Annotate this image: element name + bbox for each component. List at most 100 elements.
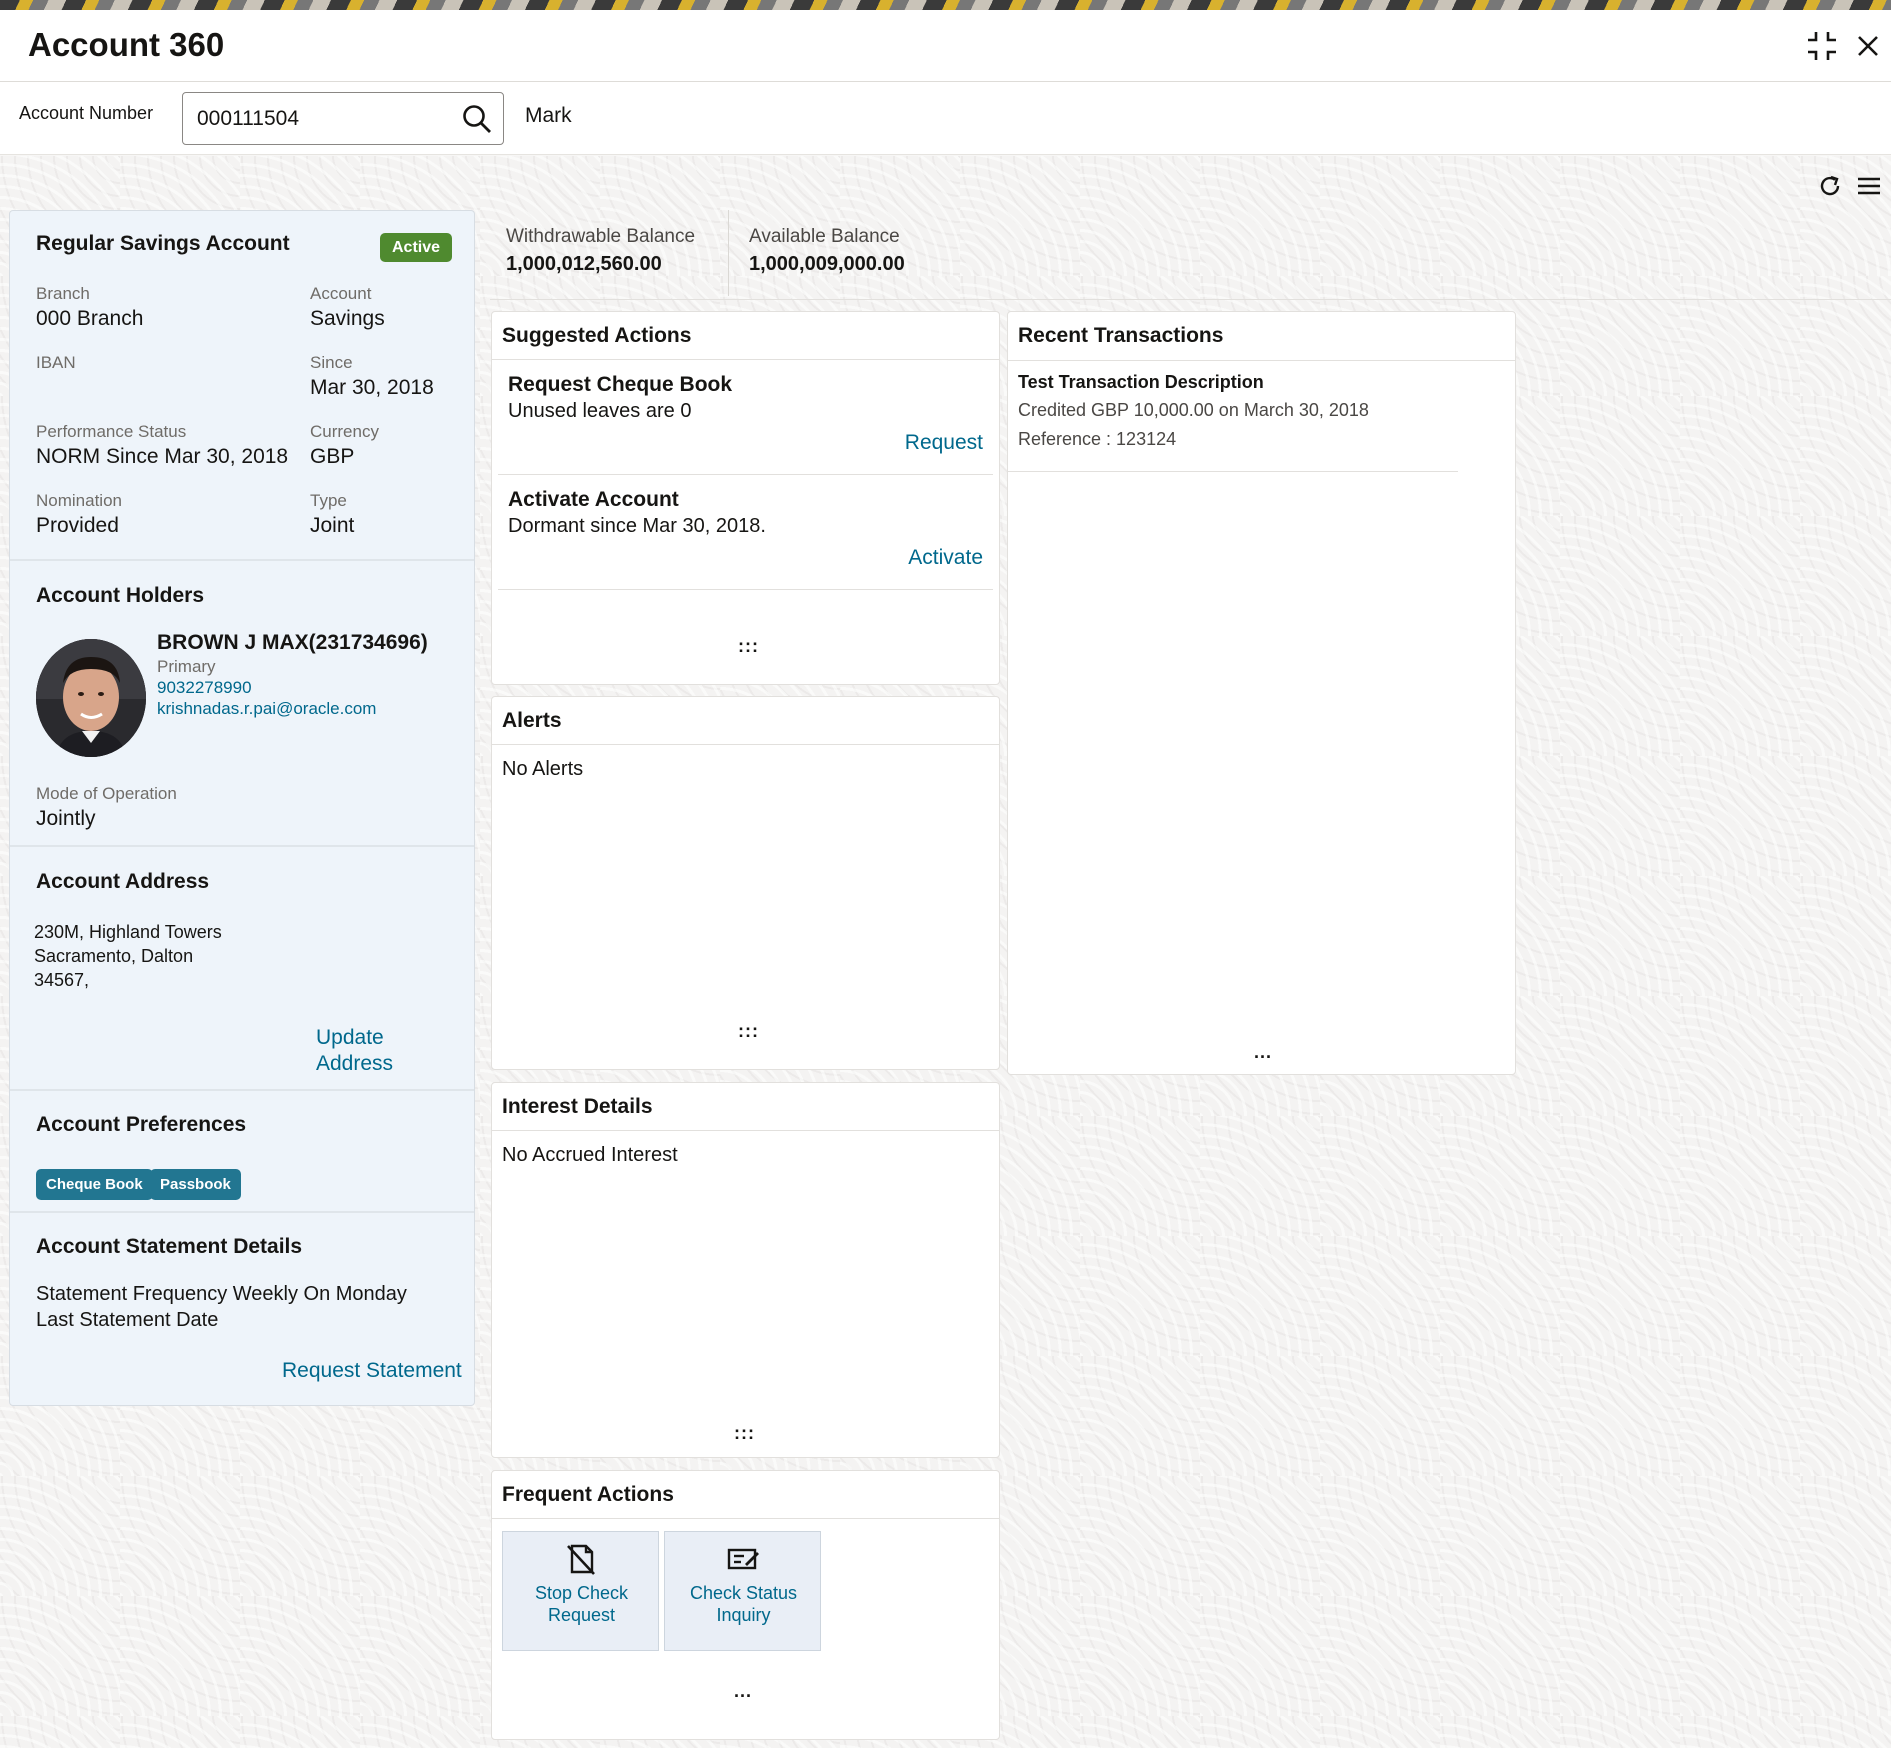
withdrawable-balance-label: Withdrawable Balance [506,226,696,247]
card-header: Alerts [492,697,999,745]
holder-email-link[interactable]: krishnadas.r.pai@oracle.com [157,699,376,719]
avatar [36,639,146,757]
more-options-handle[interactable]: ... [734,1681,752,1702]
interest-details-card: Interest Details No Accrued Interest ::: [491,1082,1000,1458]
account-address-section: Account Address 230M, Highland Towers Sa… [10,847,474,1091]
available-balance-label: Available Balance [749,226,900,247]
cheque-status-icon [726,1542,760,1576]
hamburger-menu-icon[interactable] [1855,172,1883,200]
stop-check-request-tile[interactable]: Stop Check Request [502,1531,659,1651]
card-header: Interest Details [492,1083,999,1131]
update-address-line2: Address [316,1052,394,1075]
close-icon[interactable] [1850,28,1886,64]
interest-empty-text: No Accrued Interest [502,1144,678,1166]
update-address-line1: Update [316,1026,384,1049]
suggested-action-desc: Dormant since Mar 30, 2018. [508,515,766,537]
stop-cheque-icon [564,1542,598,1576]
holder-name: BROWN J MAX(231734696) [157,631,428,654]
suggested-action-desc: Unused leaves are 0 [508,400,692,422]
holder-phone-link[interactable]: 9032278990 [157,678,252,698]
refresh-icon[interactable] [1816,172,1844,200]
account-type-value: Savings [310,307,385,330]
suggested-action-title: Activate Account [508,488,679,511]
tile-label-line: Check Status [689,1583,798,1603]
card-header: Suggested Actions [492,312,999,360]
nomination-label: Nomination [36,491,122,510]
check-status-inquiry-tile[interactable]: Check Status Inquiry [664,1531,821,1651]
last-statement-date: Last Statement Date [36,1309,219,1331]
collapse-icon[interactable] [1804,28,1840,64]
drag-handle[interactable]: ::: [738,636,759,657]
branch-value: 000 Branch [36,307,144,330]
address-line: 230M, Highland Towers [34,922,222,942]
account-number-input[interactable] [197,105,437,133]
account-summary-panel: Regular Savings Account Active Branch 00… [9,210,475,1406]
more-options-handle[interactable]: ... [1254,1042,1272,1063]
account-type-label: Account [310,284,372,303]
balance-divider [728,210,729,296]
preference-chip-cheque-book[interactable]: Cheque Book [36,1169,153,1200]
transaction-item: Test Transaction Description Credited GB… [1008,362,1458,472]
account-statement-title: Account Statement Details [36,1235,303,1258]
status-badge: Active [380,233,452,262]
withdrawable-balance-value: 1,000,012,560.00 [506,253,662,275]
card-header: Frequent Actions [492,1471,999,1519]
account-name: Regular Savings Account [36,232,290,255]
holding-type-label: Type [310,491,347,510]
transaction-description: Test Transaction Description [1018,372,1264,392]
account-overview-section: Regular Savings Account Active Branch 00… [10,211,474,561]
preference-chip-passbook[interactable]: Passbook [150,1169,241,1200]
title-bar: Account 360 [0,10,1891,82]
since-value: Mar 30, 2018 [310,376,434,399]
account-preferences-title: Account Preferences [36,1113,247,1136]
available-balance-value: 1,000,009,000.00 [749,253,905,275]
drag-handle[interactable]: ::: [734,1423,755,1444]
card-header: Recent Transactions [1008,312,1515,361]
request-cheque-book-link[interactable]: Request [905,431,983,455]
transaction-detail: Credited GBP 10,000.00 on March 30, 2018 [1018,400,1369,420]
suggested-action-item: Request Cheque Book Unused leaves are 0 … [498,361,993,475]
alerts-title: Alerts [502,709,562,732]
alerts-card: Alerts No Alerts ::: [491,696,1000,1070]
tile-label-line: Request [547,1605,616,1625]
account-number-field[interactable] [182,92,504,145]
update-address-link[interactable]: Update Address [316,1025,393,1077]
mode-of-operation-label: Mode of Operation [36,784,177,803]
recent-transactions-title: Recent Transactions [1018,324,1224,347]
branch-label: Branch [36,284,90,303]
account-address-title: Account Address [36,870,210,893]
suggested-actions-card: Suggested Actions Request Cheque Book Un… [491,311,1000,685]
activate-account-link[interactable]: Activate [908,546,983,570]
recent-transactions-card: Recent Transactions Test Transaction Des… [1007,311,1516,1075]
mode-of-operation-value: Jointly [36,807,96,830]
nomination-value: Provided [36,514,119,537]
frequent-actions-card: Frequent Actions Stop Check Request Chec… [491,1470,1000,1740]
performance-status-value: NORM Since Mar 30, 2018 [36,445,289,468]
search-icon[interactable] [461,103,493,135]
account-search-bar: Account Number Mark [0,82,1891,155]
performance-status-label: Performance Status [36,422,187,441]
account-holders-section: Account Holders BROWN J MAX(231734696) P… [10,561,474,847]
address-line: 34567, [34,970,90,990]
account-holders-title: Account Holders [36,584,205,607]
balance-strip: Withdrawable Balance 1,000,012,560.00 Av… [490,210,1891,300]
customer-name: Mark [525,104,572,127]
tile-label-line: Stop Check [534,1583,629,1603]
address-line: Sacramento, Dalton [34,946,194,966]
top-decorative-strip [0,0,1891,10]
drag-handle[interactable]: ::: [738,1021,759,1042]
transaction-reference: Reference : 123124 [1018,429,1177,449]
since-label: Since [310,353,353,372]
suggested-actions-title: Suggested Actions [502,324,692,347]
suggested-action-title: Request Cheque Book [508,373,733,396]
suggested-action-item: Activate Account Dormant since Mar 30, 2… [498,476,993,590]
statement-frequency: Statement Frequency Weekly On Monday [36,1283,407,1305]
holding-type-value: Joint [310,514,355,537]
account-preferences-section: Account Preferences Cheque Book Passbook [10,1091,474,1213]
stop-check-request-label: Stop Check Request [503,1582,660,1626]
holder-role: Primary [157,657,216,676]
account-statement-section: Account Statement Details Statement Freq… [10,1213,474,1405]
interest-details-title: Interest Details [502,1095,653,1118]
iban-label: IBAN [36,353,76,372]
request-statement-link[interactable]: Request Statement [282,1359,462,1383]
